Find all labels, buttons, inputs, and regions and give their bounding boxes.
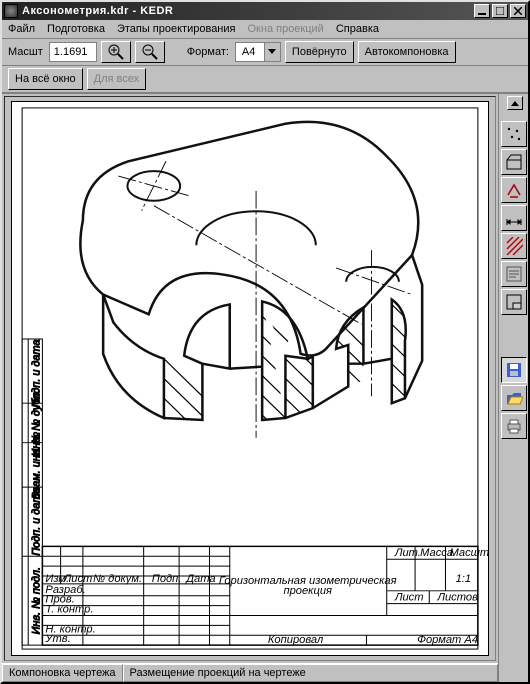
- svg-text:Дата: Дата: [184, 573, 215, 585]
- format-label: Формат:: [187, 46, 229, 58]
- fit-window-button[interactable]: На всё окно: [8, 68, 83, 90]
- close-button[interactable]: [510, 4, 526, 18]
- app-window: Аксонометрия.kdr - KEDR Файл Подготовка …: [0, 0, 530, 684]
- open-tool-icon[interactable]: [501, 385, 527, 411]
- menu-design-stages[interactable]: Этапы проектирования: [117, 23, 236, 35]
- status-tab-layout[interactable]: Компоновка чертежа: [2, 664, 123, 682]
- status-tab-placement[interactable]: Размещение проекций на чертеже: [123, 664, 498, 682]
- points-tool-icon[interactable]: [501, 121, 527, 147]
- scale-input[interactable]: [49, 42, 97, 62]
- svg-text:Утв.: Утв.: [44, 633, 70, 645]
- view-tool-icon[interactable]: [501, 149, 527, 175]
- toolbar-second: На всё окно Для всех: [2, 66, 528, 93]
- svg-text:Т. контр.: Т. контр.: [45, 604, 93, 616]
- save-tool-icon[interactable]: [501, 357, 527, 383]
- svg-text:Подп.: Подп.: [152, 573, 182, 585]
- right-toolbar: [498, 94, 528, 682]
- menu-bar: Файл Подготовка Этапы проектирования Окн…: [2, 20, 528, 39]
- drawing-svg: Подп. и дата Инв. № дубл. Взам. инв. № П…: [12, 102, 488, 655]
- menu-prepare[interactable]: Подготовка: [47, 23, 105, 35]
- autolayout-button[interactable]: Автокомпоновка: [358, 41, 456, 63]
- drawing-canvas[interactable]: Подп. и дата Инв. № дубл. Взам. инв. № П…: [4, 96, 496, 661]
- drawing-sheet: Подп. и дата Инв. № дубл. Взам. инв. № П…: [11, 101, 489, 656]
- text-tool-icon[interactable]: [501, 261, 527, 287]
- scroll-up-button[interactable]: [507, 96, 523, 110]
- toolbar-top: Масшт Формат: A4 Повёрнуто Автокомпоновк…: [2, 39, 528, 66]
- print-tool-icon[interactable]: [501, 413, 527, 439]
- window-title: Аксонометрия.kdr - KEDR: [22, 5, 472, 17]
- svg-text:№ докум.: № докум.: [93, 573, 142, 585]
- zoom-in-button[interactable]: [101, 41, 131, 63]
- work-area: Подп. и дата Инв. № дубл. Взам. инв. № П…: [2, 93, 528, 682]
- for-all-button[interactable]: Для всех: [87, 68, 146, 90]
- svg-text:Масса: Масса: [420, 547, 453, 559]
- zoom-out-button[interactable]: [135, 41, 165, 63]
- menu-file[interactable]: Файл: [8, 23, 35, 35]
- scale-label: Масшт: [8, 46, 43, 58]
- dimension-tool-icon[interactable]: [501, 205, 527, 231]
- app-icon: [4, 4, 18, 18]
- svg-text:Инв. № подл.: Инв. № подл.: [30, 567, 42, 634]
- format-select[interactable]: A4: [235, 42, 281, 62]
- chevron-down-icon: [264, 43, 280, 61]
- format-value: A4: [236, 46, 264, 58]
- svg-text:Листов: Листов: [436, 592, 478, 604]
- svg-text:1:1: 1:1: [456, 573, 471, 585]
- minimize-button[interactable]: [474, 4, 490, 18]
- section-tool-icon[interactable]: [501, 177, 527, 203]
- status-bar: Компоновка чертежа Размещение проекций н…: [2, 663, 498, 682]
- svg-text:Копировал: Копировал: [268, 634, 323, 646]
- menu-projection-windows[interactable]: Окна проекций: [248, 23, 324, 35]
- svg-text:Лит.: Лит.: [394, 547, 421, 559]
- menu-help[interactable]: Справка: [336, 23, 379, 35]
- canvas-wrap: Подп. и дата Инв. № дубл. Взам. инв. № П…: [2, 94, 498, 682]
- svg-text:Масштаб: Масштаб: [450, 547, 488, 559]
- rotated-button[interactable]: Повёрнуто: [285, 41, 354, 63]
- svg-text:Лист: Лист: [394, 592, 424, 604]
- svg-text:Формат A4: Формат A4: [417, 634, 478, 646]
- hatch-tool-icon[interactable]: [501, 233, 527, 259]
- title-bar: Аксонометрия.kdr - KEDR: [2, 2, 528, 20]
- svg-text:проекция: проекция: [283, 585, 332, 597]
- titleblock-tool-icon[interactable]: [501, 289, 527, 315]
- maximize-button[interactable]: [492, 4, 508, 18]
- svg-text:Подп. и дата: Подп. и дата: [30, 488, 42, 556]
